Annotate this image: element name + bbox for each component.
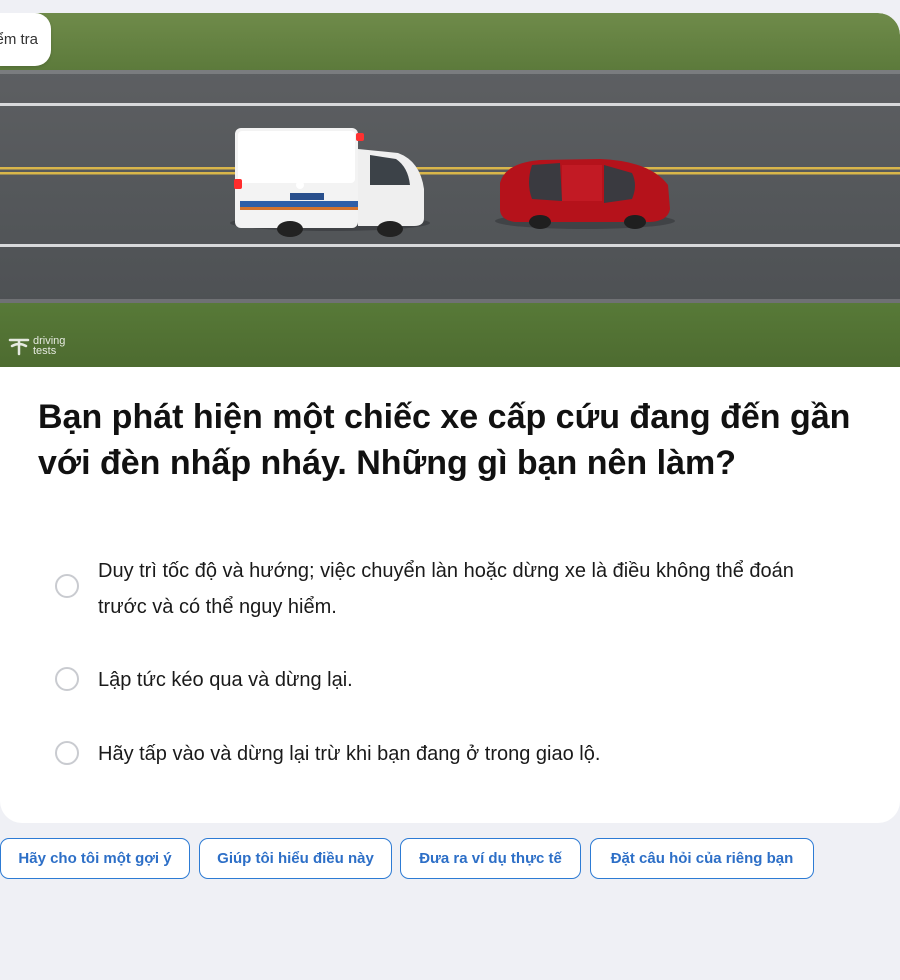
question-text: Bạn phát hiện một chiếc xe cấp cứu đang …: [38, 398, 851, 482]
question-image: Kiểm tra driving tests: [0, 13, 900, 367]
radio-button[interactable]: [55, 574, 79, 598]
radio-button[interactable]: [55, 741, 79, 765]
logo-text-tests: tests: [33, 345, 57, 357]
chip-help-understand[interactable]: Giúp tôi hiểu điều này: [199, 838, 392, 879]
answer-option-label: Lập tức kéo qua và dừng lại.: [98, 669, 353, 691]
answer-option-3[interactable]: Hãy tấp vào và dừng lại trừ khi bạn đang…: [55, 736, 835, 772]
answer-option-1[interactable]: Duy trì tốc độ và hướng; việc chuyển làn…: [55, 553, 835, 625]
answer-option-label: Hãy tấp vào và dừng lại trừ khi bạn đang…: [98, 743, 601, 765]
driving-tests-logo-icon: [8, 338, 30, 356]
back-to-test-pill[interactable]: Kiểm tra: [0, 13, 51, 66]
pill-label: Kiểm tra: [0, 31, 38, 48]
chip-ask-own-question[interactable]: Đặt câu hỏi của riêng bạn: [590, 838, 814, 879]
chip-give-hint[interactable]: Hãy cho tôi một gợi ý: [0, 838, 190, 879]
answer-option-label: Duy trì tốc độ và hướng; việc chuyển làn…: [98, 560, 794, 618]
driving-tests-logo: driving tests: [8, 336, 65, 357]
ai-help-chips: Hãy cho tôi một gợi ý Giúp tôi hiểu điều…: [0, 838, 900, 880]
road-scene-illustration: [0, 13, 900, 367]
radio-button[interactable]: [55, 667, 79, 691]
red-car-graphic: [495, 159, 675, 229]
chip-real-example[interactable]: Đưa ra ví dụ thực tế: [400, 838, 581, 879]
answer-option-2[interactable]: Lập tức kéo qua và dừng lại.: [55, 662, 835, 698]
